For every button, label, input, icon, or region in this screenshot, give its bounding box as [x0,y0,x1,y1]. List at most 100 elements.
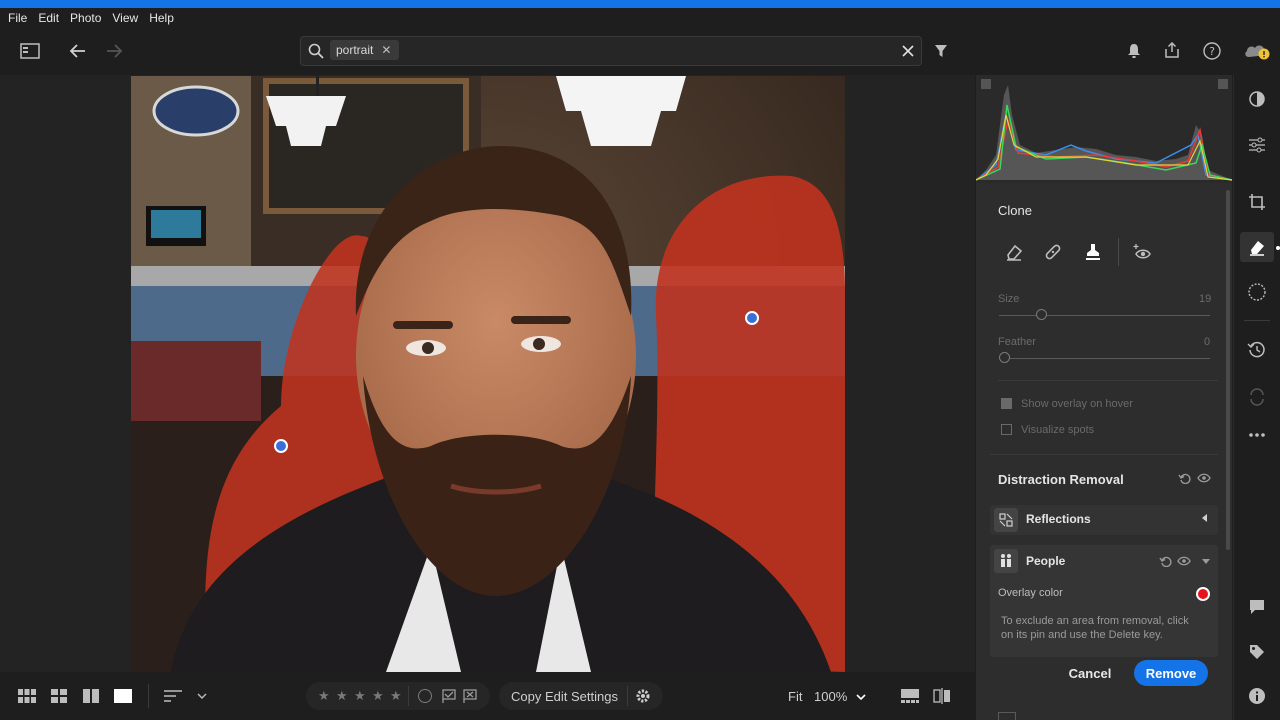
masking-icon[interactable] [1246,281,1268,303]
reflections-icon [994,508,1018,532]
clone-title: Clone [998,203,1032,218]
feather-slider-track[interactable] [999,358,1210,359]
clone-stamp-icon[interactable] [1081,240,1105,264]
chevron-down-icon[interactable] [1202,559,1210,564]
presets-icon[interactable] [1246,88,1268,110]
distraction-removal-title: Distraction Removal [998,472,1124,487]
help-icon[interactable]: ? [1201,40,1223,62]
single-view-icon[interactable] [112,686,134,706]
removal-pin-right[interactable] [745,311,759,325]
healing-bandage-icon[interactable] [1041,240,1065,264]
flag-reject-icon[interactable] [462,688,478,704]
menu-photo[interactable]: Photo [70,11,101,25]
show-overlay-checkbox[interactable] [1001,398,1012,409]
close-icon[interactable] [898,41,918,61]
removal-pin-left[interactable] [274,439,288,453]
tag-icon[interactable] [1246,641,1268,663]
size-label: Size [998,293,1020,305]
next-section-icon [998,712,1016,720]
size-value: 19 [1199,293,1212,305]
rating-divider [408,686,409,706]
sort-chevron-down-icon[interactable] [194,688,210,704]
search-chip-label: portrait [336,43,374,57]
history-icon[interactable] [1246,339,1268,361]
before-after-icon[interactable] [932,687,952,705]
healing-tool-icon[interactable] [1246,236,1268,258]
star-3[interactable]: ★ [354,688,366,704]
removal-hint: To exclude an area from removal, click o… [1001,615,1189,641]
reset-icon[interactable] [1176,471,1192,485]
search-chip[interactable]: portrait ✕ [330,40,400,60]
visualize-spots-label: Visualize spots [1021,424,1095,436]
more-icon[interactable] [1246,424,1268,446]
search-icon [306,41,326,61]
share-icon[interactable] [1162,40,1182,60]
panel-toggle-icon[interactable] [18,40,42,62]
compare-view-icon[interactable] [80,686,102,706]
size-slider-thumb[interactable] [1036,309,1047,320]
crop-icon[interactable] [1246,191,1268,213]
bottom-divider [148,684,149,708]
menu-help[interactable]: Help [149,11,174,25]
eye-icon[interactable] [1196,471,1212,485]
clipping-highlights-toggle[interactable] [1218,79,1228,89]
size-slider-track[interactable] [999,315,1210,316]
overlay-color-swatch[interactable] [1196,587,1210,601]
eraser-tool-icon[interactable] [1002,240,1026,264]
zoom-chevron-down-icon[interactable] [853,689,869,705]
star-4[interactable]: ★ [372,688,384,704]
reflections-label: Reflections [1026,512,1091,526]
menu-edit[interactable]: Edit [38,11,59,25]
clipping-shadows-toggle[interactable] [981,79,991,89]
edit-sliders-icon[interactable] [1246,134,1268,156]
cloud-warning-icon[interactable] [1242,40,1272,62]
feather-slider-thumb[interactable] [999,352,1010,363]
svg-text:?: ? [1209,45,1215,58]
window-title-strip [0,0,1280,8]
copy-edit-settings-button[interactable]: Copy Edit Settings [511,689,618,704]
gear-icon[interactable] [634,687,652,705]
zoom-level[interactable]: 100% [814,689,847,704]
menu-view[interactable]: View [112,11,138,25]
arrow-right-icon[interactable] [102,40,126,62]
histogram [975,75,1233,183]
feather-value: 0 [1204,336,1211,348]
star-5[interactable]: ★ [390,688,402,704]
people-label: People [1026,554,1066,568]
menu-file[interactable]: File [8,11,27,25]
comments-icon[interactable] [1246,596,1268,618]
divider [990,454,1218,455]
filmstrip-icon[interactable] [900,687,920,705]
versions-icon[interactable] [1246,386,1268,408]
info-icon[interactable] [1246,685,1268,707]
star-2[interactable]: ★ [336,688,348,704]
filter-icon[interactable] [931,41,951,61]
visualize-spots-checkbox[interactable] [1001,424,1012,435]
arrow-left-icon[interactable] [66,40,90,62]
grid-large-icon[interactable] [16,686,38,706]
people-eye-icon[interactable] [1176,554,1192,568]
grid-square-icon[interactable] [48,686,70,706]
reflections-row[interactable] [990,505,1218,535]
active-indicator [1276,246,1280,250]
panel-lower-area [990,697,1218,720]
show-overlay-label: Show overlay on hover [1021,398,1133,410]
photo-canvas[interactable] [131,76,845,672]
bell-icon[interactable] [1124,41,1144,61]
sort-icon[interactable] [162,686,184,706]
visualize-eye-icon[interactable] [1131,240,1155,264]
remove-button[interactable]: Remove [1134,660,1208,686]
cancel-button[interactable]: Cancel [1060,660,1120,686]
panel-scrollbar[interactable] [1226,190,1230,550]
chip-remove-icon[interactable]: ✕ [381,43,391,57]
people-reset-icon[interactable] [1157,554,1173,568]
star-1[interactable]: ★ [318,688,330,704]
divider [998,380,1218,381]
flag-pick-icon[interactable] [441,688,457,704]
unflag-icon[interactable] [418,689,432,703]
copy-divider [627,686,628,706]
people-icon [994,549,1018,573]
menu-bar: File Edit Photo View Help [0,8,1280,28]
chevron-left-icon[interactable] [1202,514,1207,522]
zoom-fit-label[interactable]: Fit [788,689,802,704]
